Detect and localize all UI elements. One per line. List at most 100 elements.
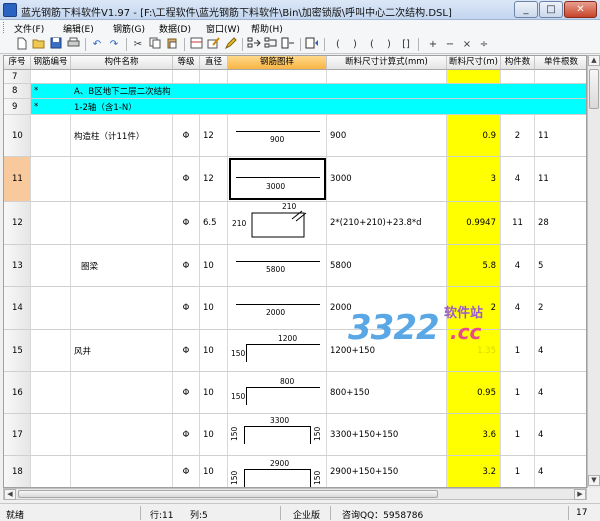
op-open-paren-button[interactable]: ( <box>330 37 346 52</box>
cell-grade[interactable]: Φ <box>173 115 200 156</box>
cell-grade[interactable]: Φ <box>173 245 200 286</box>
cell-shape[interactable]: 5800 <box>228 245 327 286</box>
row-number[interactable]: 11 <box>4 157 31 201</box>
close-button[interactable]: ✕ <box>564 1 597 18</box>
open-folder-icon[interactable] <box>31 37 47 52</box>
op-multiply-button[interactable]: × <box>459 37 475 52</box>
cell-length[interactable]: 3.2 <box>447 456 501 487</box>
cell-diameter[interactable]: 10 <box>200 456 228 487</box>
cell-per[interactable]: 4 <box>535 414 586 455</box>
menu-data[interactable]: 数据(D) <box>159 22 191 35</box>
table-row[interactable]: 17 Φ 10 3300 150 150 3300+150+150 3.6 1 … <box>4 414 586 456</box>
cell-code[interactable] <box>31 330 71 371</box>
cell-diameter[interactable]: 10 <box>200 245 228 286</box>
table-row[interactable]: 12 Φ 6.5 210 210 2*(210+210)+23.8*d 0.99… <box>4 202 586 245</box>
copy-icon[interactable] <box>147 37 163 52</box>
pen-icon[interactable] <box>222 37 238 52</box>
scroll-up-icon[interactable]: ▲ <box>588 55 600 66</box>
cell-name[interactable] <box>71 456 173 487</box>
menu-edit[interactable]: 编辑(E) <box>63 22 94 35</box>
cell-name[interactable] <box>71 70 173 83</box>
table-row-section[interactable]: 9 * 1-2轴（含1-N） <box>4 99 586 115</box>
table-row[interactable]: 10 构造柱（计11件） Φ 12 900 900 0.9 2 11 <box>4 115 586 157</box>
table-row[interactable]: 16 Φ 10 800 150 800+150 0.95 1 4 <box>4 372 586 414</box>
col-header-formula[interactable]: 断料尺寸计算式(mm) <box>327 56 447 70</box>
cell-diameter[interactable] <box>200 70 228 83</box>
table-row-selected[interactable]: 11 Φ 12 3000 3000 3 4 11 <box>4 157 586 202</box>
table-row[interactable]: 18 Φ 10 2900 150 150 2900+150+150 3.2 1 … <box>4 456 586 487</box>
cell-code[interactable] <box>31 70 71 83</box>
cell-grade[interactable]: Φ <box>173 330 200 371</box>
cell-count[interactable] <box>501 70 535 83</box>
cell-count[interactable]: 2 <box>501 115 535 156</box>
cell-grade[interactable]: Φ <box>173 372 200 413</box>
insert-row-icon[interactable] <box>188 37 204 52</box>
cell-shape[interactable]: 900 <box>228 115 327 156</box>
maximize-button[interactable]: □ <box>539 1 563 18</box>
cell-length[interactable]: 0.95 <box>447 372 501 413</box>
cell-formula[interactable]: 800+150 <box>327 372 447 413</box>
cell-per[interactable]: 5 <box>535 245 586 286</box>
horizontal-scroll-thumb[interactable] <box>18 490 438 498</box>
new-file-icon[interactable] <box>14 37 30 52</box>
cell-section-name[interactable]: 1-2轴（含1-N） <box>71 99 586 114</box>
cell-length[interactable] <box>447 70 501 83</box>
cell-grade[interactable]: Φ <box>173 202 200 244</box>
cell-code[interactable] <box>31 245 71 286</box>
cell-name[interactable]: 构造柱（计11件） <box>71 115 173 156</box>
vertical-scroll-thumb[interactable] <box>589 69 599 109</box>
move-down-icon[interactable] <box>263 37 279 52</box>
cell-per[interactable]: 11 <box>535 115 586 156</box>
redo-icon[interactable]: ↷ <box>106 37 122 52</box>
op-minus-button[interactable]: − <box>442 37 458 52</box>
col-header-grade[interactable]: 等级 <box>173 56 200 70</box>
cell-count[interactable]: 1 <box>501 414 535 455</box>
cell-length[interactable]: 5.8 <box>447 245 501 286</box>
cell-shape[interactable]: 2900 150 150 <box>228 456 327 487</box>
cell-formula[interactable]: 900 <box>327 115 447 156</box>
cell-code[interactable] <box>31 157 71 201</box>
cell-code[interactable] <box>31 115 71 156</box>
cell-name[interactable] <box>71 372 173 413</box>
horizontal-scrollbar[interactable]: ◀ ▶ <box>3 488 587 500</box>
cell-per[interactable]: 4 <box>535 456 586 487</box>
cell-name[interactable]: 风井 <box>71 330 173 371</box>
cell-diameter[interactable]: 10 <box>200 330 228 371</box>
cell-name[interactable] <box>71 202 173 244</box>
op-plus-button[interactable]: + <box>425 37 441 52</box>
cell-grade[interactable]: Φ <box>173 157 200 201</box>
cell-per[interactable]: 4 <box>535 372 586 413</box>
cell-shape[interactable]: 3300 150 150 <box>228 414 327 455</box>
op-divide-button[interactable]: ÷ <box>476 37 492 52</box>
col-header-length[interactable]: 断料尺寸(m) <box>447 56 501 70</box>
cell-name[interactable] <box>71 414 173 455</box>
cell-per[interactable]: 28 <box>535 202 586 244</box>
cell-length[interactable]: 3.6 <box>447 414 501 455</box>
menu-file[interactable]: 文件(F) <box>14 22 44 35</box>
row-number[interactable]: 12 <box>4 202 31 244</box>
cell-formula[interactable]: 5800 <box>327 245 447 286</box>
undo-icon[interactable]: ↶ <box>89 37 105 52</box>
cell-grade[interactable] <box>173 70 200 83</box>
row-number[interactable]: 18 <box>4 456 31 487</box>
cell-grade[interactable]: Φ <box>173 414 200 455</box>
cell-diameter[interactable]: 6.5 <box>200 202 228 244</box>
row-number[interactable]: 14 <box>4 287 31 329</box>
cell-formula[interactable] <box>327 70 447 83</box>
cell-shape[interactable]: 2000 <box>228 287 327 329</box>
cell-code[interactable] <box>31 287 71 329</box>
cell-shape[interactable]: 800 150 <box>228 372 327 413</box>
op-close-paren-button[interactable]: ) <box>347 37 363 52</box>
cell-formula[interactable]: 2*(210+210)+23.8*d <box>327 202 447 244</box>
cell-length[interactable]: 3 <box>447 157 501 201</box>
cell-shape[interactable]: 1200 150 <box>228 330 327 371</box>
op-close-paren2-button[interactable]: ) <box>381 37 397 52</box>
table-row-section[interactable]: 8 * A、B区地下二层二次结构 <box>4 84 586 99</box>
cell-length[interactable]: 0.9 <box>447 115 501 156</box>
row-number[interactable]: 9 <box>4 99 31 114</box>
cell-diameter[interactable]: 10 <box>200 414 228 455</box>
cell-code[interactable]: * <box>31 99 71 114</box>
cell-count[interactable]: 1 <box>501 456 535 487</box>
table-row[interactable]: 13 圈梁 Φ 10 5800 5800 5.8 4 5 <box>4 245 586 287</box>
cell-count[interactable]: 1 <box>501 372 535 413</box>
